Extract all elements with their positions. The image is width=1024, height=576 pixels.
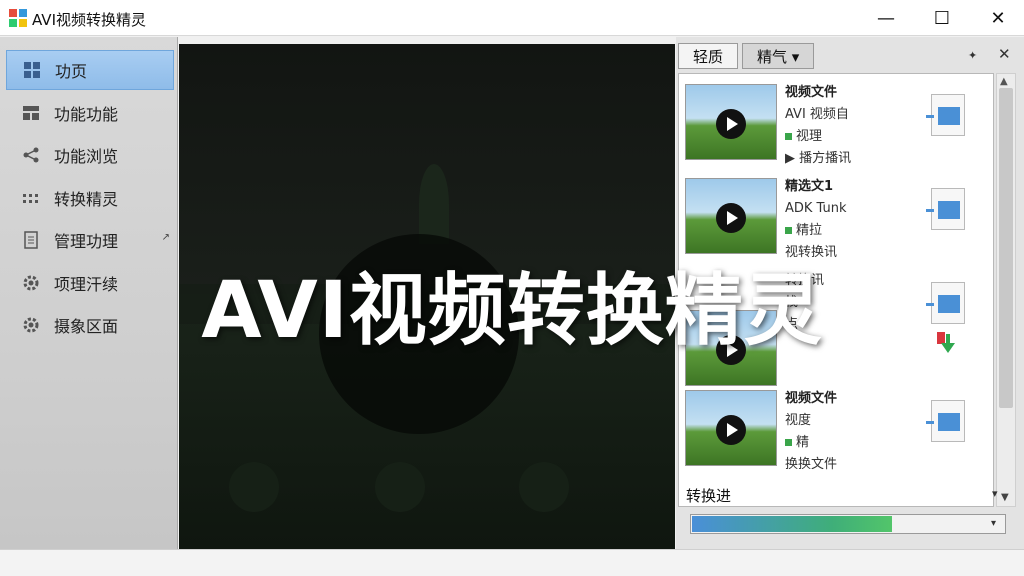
share-icon xyxy=(20,144,42,166)
item-format: 视度 xyxy=(785,413,812,428)
document-icon[interactable] xyxy=(926,94,965,136)
video-circle-icon xyxy=(375,462,425,512)
item-format: AVI 视频自 xyxy=(785,107,849,122)
item-action[interactable]: 换换文件 xyxy=(785,454,925,476)
progress-label: 转换进 xyxy=(686,487,732,505)
panel-close-button[interactable]: ✕ xyxy=(998,45,1011,63)
list-item[interactable]: 视频文件 视度 精 换换文件 xyxy=(685,386,989,478)
sidebar-item-label: 功能功能 xyxy=(54,105,119,124)
item-name: 视频文件 xyxy=(785,85,838,100)
video-circle-icon xyxy=(229,462,279,512)
scroll-up-icon[interactable]: ▲ xyxy=(1000,76,1008,87)
play-icon[interactable] xyxy=(716,109,746,139)
panel-tabs: 轻质 精气 ▾ xyxy=(678,43,818,69)
status-dot-icon xyxy=(785,227,792,234)
video-thumbnail xyxy=(685,390,777,466)
sidebar-item-convert[interactable]: 转换精灵 xyxy=(6,178,174,218)
item-status: 精 xyxy=(796,435,810,450)
conversion-progress-bar: ▾ xyxy=(690,514,1006,534)
video-thumbnail xyxy=(685,178,777,254)
title-bar: AVI视频转换精灵 — ☐ ✕ xyxy=(0,0,1024,36)
video-thumbnail xyxy=(685,84,777,160)
external-arrow-icon: ↗ xyxy=(161,232,170,243)
item-format: ADK Tunk xyxy=(785,201,847,216)
tab-quality[interactable]: 轻质 xyxy=(678,43,739,69)
layout-icon xyxy=(20,102,42,124)
sidebar-item-browse[interactable]: 功能浏览 xyxy=(6,135,174,175)
maximize-button[interactable]: ☐ xyxy=(914,0,970,36)
chevron-down-icon[interactable]: ▾ xyxy=(992,487,998,500)
app-logo-icon xyxy=(9,9,27,27)
video-circle-icon xyxy=(519,462,569,512)
grid-icon xyxy=(21,59,43,81)
scroll-down-icon[interactable]: ▼ xyxy=(1001,492,1009,503)
sidebar-item-label: 功页 xyxy=(55,62,88,81)
sidebar-item-label: 功能浏览 xyxy=(54,147,119,166)
dots-icon xyxy=(20,187,42,209)
document-icon[interactable] xyxy=(926,400,965,442)
item-name: 精选文1 xyxy=(785,179,834,194)
overlay-title: AVI视频转换精灵 xyxy=(201,266,823,356)
minimize-button[interactable]: — xyxy=(858,0,914,36)
play-icon[interactable] xyxy=(716,203,746,233)
sidebar-item-label: 转换精灵 xyxy=(54,190,119,209)
status-bar xyxy=(0,549,1024,576)
play-icon[interactable] xyxy=(716,415,746,445)
status-dot-icon xyxy=(785,439,792,446)
item-name: 视频文件 xyxy=(785,391,838,406)
status-dot-icon xyxy=(785,133,792,140)
item-status: 视理 xyxy=(796,129,823,144)
item-status: 精拉 xyxy=(796,223,823,238)
pin-icon[interactable]: ✦ xyxy=(968,49,977,62)
video-leaf xyxy=(419,164,449,244)
tab-preset-dropdown[interactable]: 精气 ▾ xyxy=(742,43,815,69)
progress-fill xyxy=(692,516,892,532)
document-icon[interactable] xyxy=(926,188,965,230)
window-title: AVI视频转换精灵 xyxy=(32,11,146,29)
list-item[interactable]: 视频文件 AVI 视频自 视理 ▶ 播方播讯 xyxy=(685,80,989,172)
chevron-down-icon[interactable]: ▾ xyxy=(991,518,996,529)
item-action[interactable]: ▶ 播方播讯 xyxy=(785,148,925,170)
sidebar-item-home[interactable]: 功页 xyxy=(6,50,174,90)
sidebar-item-features[interactable]: 功能功能 xyxy=(6,93,174,133)
close-button[interactable]: ✕ xyxy=(970,0,1024,36)
